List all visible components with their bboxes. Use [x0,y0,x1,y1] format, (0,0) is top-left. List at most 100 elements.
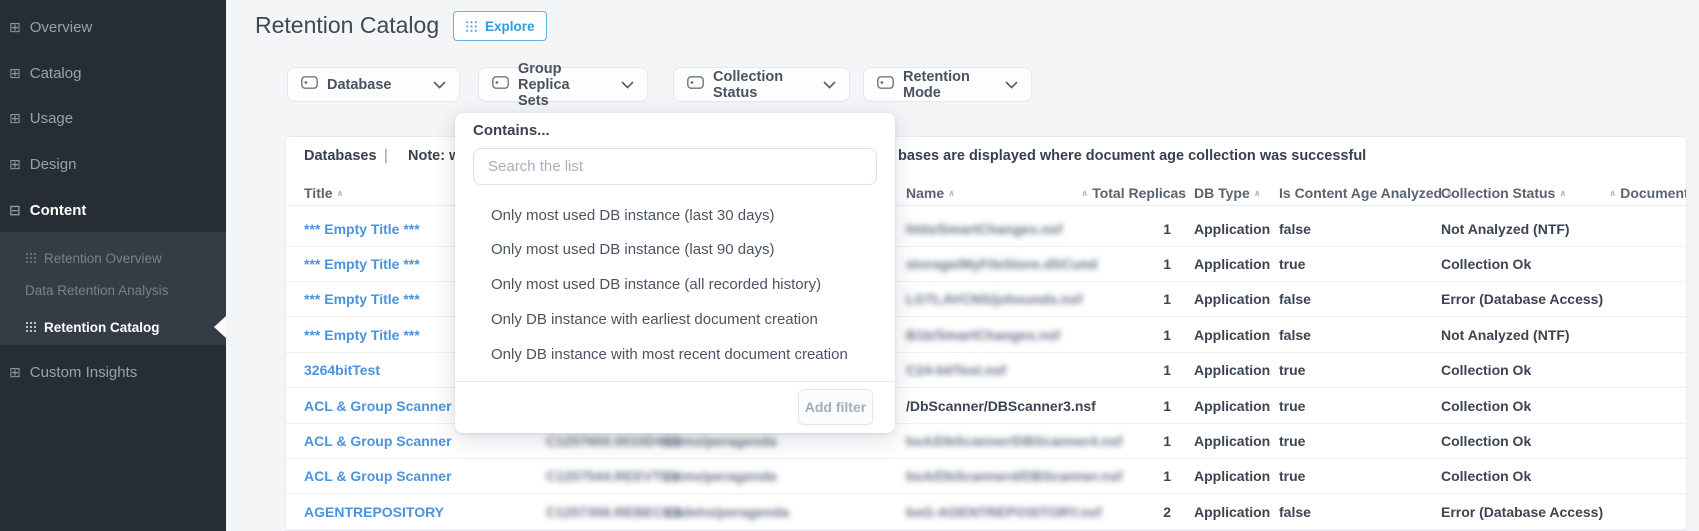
title-link[interactable]: *** Empty Title *** [304,282,420,317]
col-header-collection-status[interactable]: Collection Status ∧ [1441,180,1567,208]
chevron-down-icon [433,77,446,93]
sidebar-item-design[interactable]: ⊞ Design [0,152,226,176]
tag-icon [877,76,894,93]
filter-chip-label: Database [327,77,391,93]
db-type-cell: Application [1194,318,1270,353]
age-analyzed-cell: true [1279,459,1305,494]
page-title: Retention Catalog [255,12,439,39]
total-replicas-cell: 2 [1046,495,1171,530]
sidebar-item-custom-insights[interactable]: ⊞ Custom Insights [0,360,226,384]
sort-caret-icon: ∧ [1081,188,1088,198]
sidebar-item-catalog[interactable]: ⊞ Catalog [0,61,226,85]
table-row: AGENTREPOSITORY C1257306.REBECES csdehs/… [286,495,1687,530]
filter-chip-database[interactable]: Database [287,67,460,102]
total-replicas-cell: 1 [1046,424,1171,459]
collapse-icon: ⊟ [9,203,21,217]
chevron-down-icon [621,77,634,93]
expand-icon: ⊞ [9,66,21,80]
sidebar: ⊞ Overview ⊞ Catalog ⊞ Usage ⊞ Design ⊟ … [0,0,226,531]
replica-id-cell: C1257306.REBECES [546,495,682,530]
filter-chip-label: Collection Status [713,69,805,101]
submenu-item-retention-overview[interactable]: Retention Overview [0,246,226,270]
sidebar-item-label: Usage [30,110,73,127]
col-header-total-replicas[interactable]: ∧ Total Replicas [1081,180,1186,208]
title-link[interactable]: ACL & Group Scanner [304,459,452,494]
total-replicas-cell: 1 [1046,212,1171,247]
col-header-db-type[interactable]: DB Type ∧ [1194,180,1261,208]
title-link[interactable]: ACL & Group Scanner [304,424,452,459]
db-type-cell: Application [1194,389,1270,424]
filter-chip-retention-mode[interactable]: Retention Mode [863,67,1032,102]
filter-chip-group-replica-sets[interactable]: Group Replica Sets [478,67,648,102]
tag-icon [301,76,318,93]
card-title: Databases [304,143,377,169]
chevron-down-icon [823,77,836,93]
collection-status-cell: Collection Ok [1441,247,1531,282]
submenu-item-label: Retention Overview [44,251,162,266]
title-link[interactable]: *** Empty Title *** [304,318,420,353]
sort-caret-icon: ∧ [336,188,343,198]
title-link[interactable]: AGENTREPOSITORY [304,495,444,530]
col-header-is-content-age-analyzed[interactable]: Is Content Age Analyzed ∧ [1279,180,1453,208]
collection-status-cell: Collection Ok [1441,353,1531,388]
filter-option[interactable]: Only most used DB instance (all recorded… [491,273,821,297]
db-type-cell: Application [1194,282,1270,317]
sidebar-item-overview[interactable]: ⊞ Overview [0,15,226,39]
dotted-grid-icon [25,252,37,264]
sidebar-item-usage[interactable]: ⊞ Usage [0,106,226,130]
submenu-item-data-retention-analysis[interactable]: Data Retention Analysis [0,278,226,302]
filter-option[interactable]: Only most used DB instance (last 30 days… [491,204,774,228]
collection-status-cell: Error (Database Access) [1441,282,1603,317]
filter-chip-collection-status[interactable]: Collection Status [673,67,850,102]
total-replicas-cell: 1 [1046,389,1171,424]
group-replica-sets-filter-menu: Contains... Only most used DB instance (… [455,113,895,433]
age-analyzed-cell: false [1279,212,1311,247]
content-submenu: Retention Overview Data Retention Analys… [0,232,226,345]
sidebar-item-label: Design [30,156,77,173]
sidebar-item-label: Custom Insights [30,364,138,381]
explore-button[interactable]: Explore [453,11,547,41]
filter-option[interactable]: Only most used DB instance (last 90 days… [491,238,774,262]
title-link[interactable]: ACL & Group Scanner [304,389,452,424]
expand-icon: ⊞ [9,20,21,34]
db-type-cell: Application [1194,353,1270,388]
age-analyzed-cell: false [1279,495,1311,530]
selected-item-arrow [214,316,226,338]
age-analyzed-cell: false [1279,282,1311,317]
collection-status-cell: Not Analyzed (NTF) [1441,212,1570,247]
collection-status-cell: Collection Ok [1441,459,1531,494]
expand-icon: ⊞ [9,157,21,171]
total-replicas-cell: 1 [1046,459,1171,494]
tag-icon [492,76,509,93]
db-type-cell: Application [1194,495,1270,530]
title-link[interactable]: *** Empty Title *** [304,247,420,282]
total-replicas-cell: 1 [1046,282,1171,317]
filter-chip-label: Retention Mode [903,69,987,101]
server-cell: csms/peragenda [666,459,777,494]
filter-option[interactable]: Only DB instance with most recent docume… [491,343,848,367]
sidebar-item-label: Overview [30,19,93,36]
note-text-suffix: bases are displayed where document age c… [898,143,1366,169]
db-type-cell: Application [1194,212,1270,247]
sidebar-item-content[interactable]: ⊟ Content [0,198,226,222]
chevron-down-icon [1005,77,1018,93]
col-header-name[interactable]: Name ∧ [906,180,955,208]
title-link[interactable]: 3264bitTest [304,353,380,388]
tag-icon [687,76,704,93]
sidebar-item-label: Content [30,202,87,219]
age-analyzed-cell: true [1279,353,1305,388]
filter-option[interactable]: Only DB instance with earliest document … [491,308,818,332]
col-header-document-c[interactable]: ∧ Document C [1609,180,1687,208]
col-header-title[interactable]: Title ∧ [304,180,344,208]
search-input[interactable] [473,148,877,185]
add-filter-button[interactable]: Add filter [798,389,873,425]
title-link[interactable]: *** Empty Title *** [304,212,420,247]
total-replicas-cell: 1 [1046,318,1171,353]
collection-status-cell: Not Analyzed (NTF) [1441,318,1570,353]
dropdown-divider [455,381,895,382]
dotted-grid-icon [25,321,37,333]
expand-icon: ⊞ [9,365,21,379]
submenu-item-retention-catalog[interactable]: Retention Catalog [0,315,226,339]
explore-dotted-grid-icon [465,20,478,33]
total-replicas-cell: 1 [1046,247,1171,282]
